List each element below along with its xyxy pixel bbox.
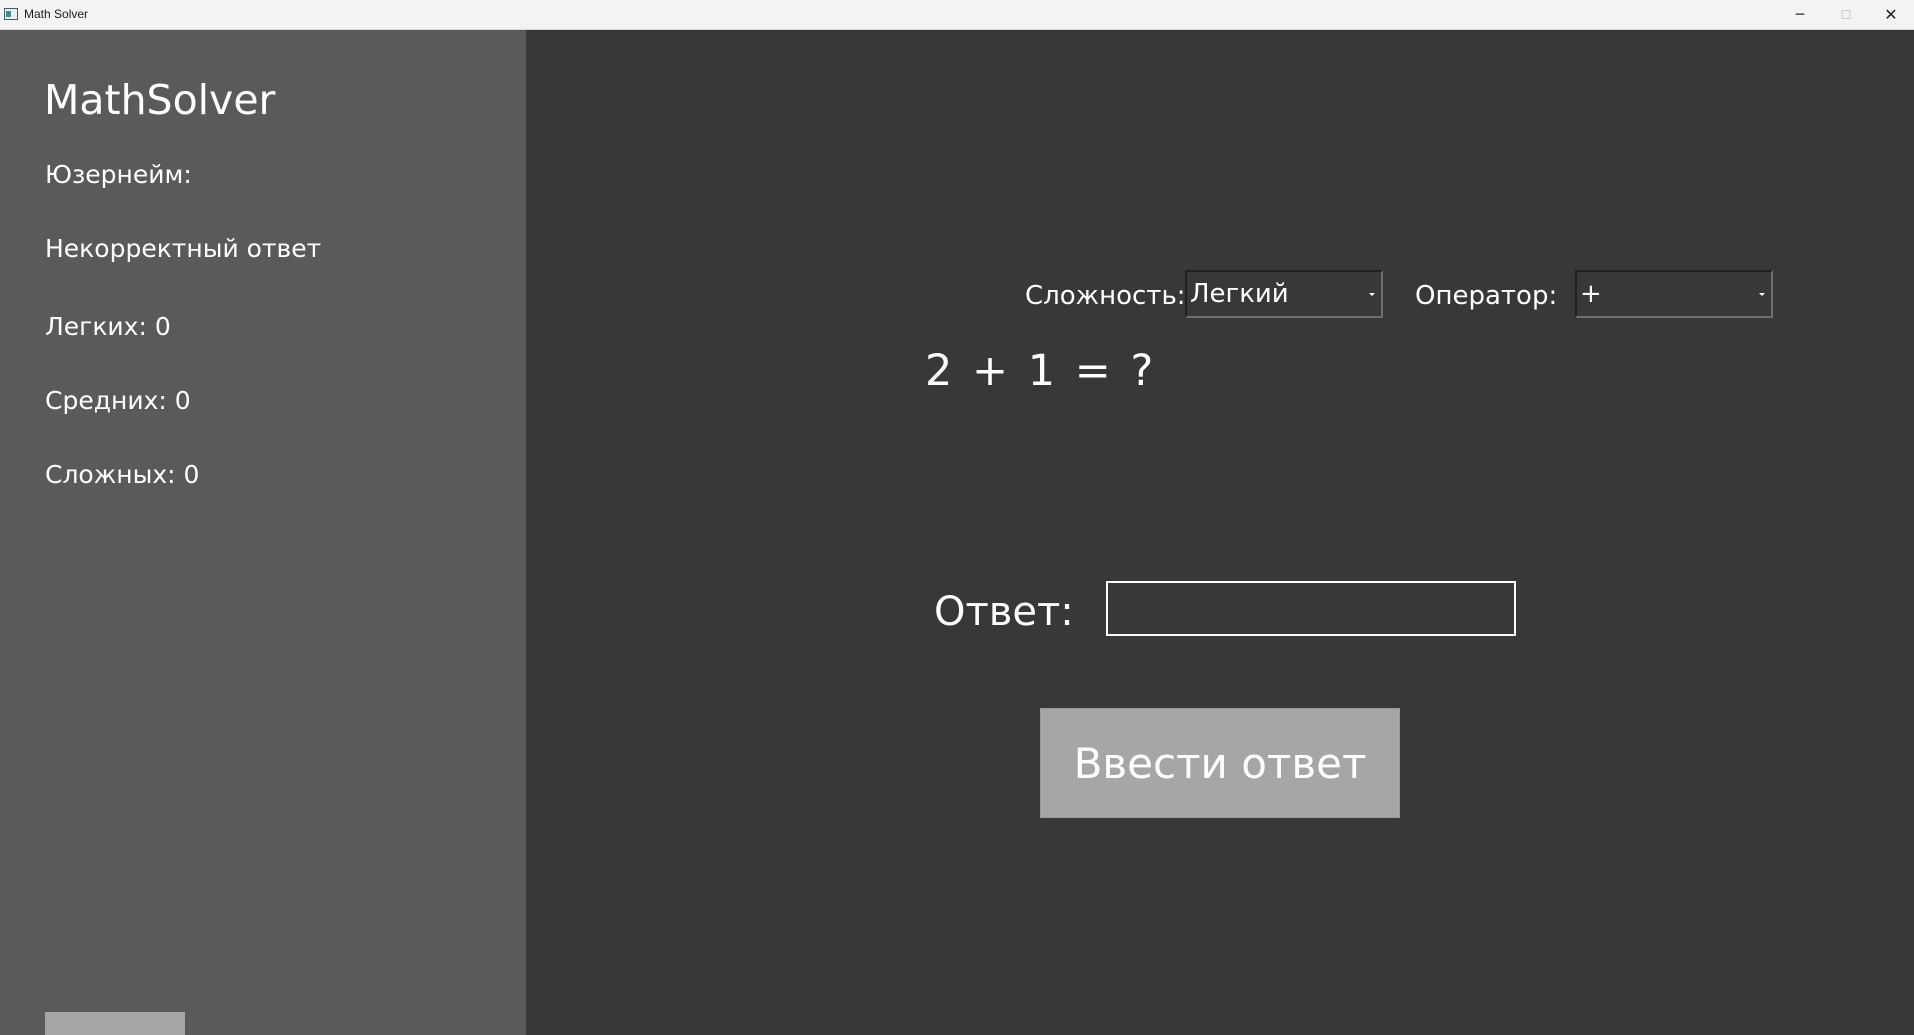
answer-status-text: Некорректный ответ — [45, 234, 322, 263]
difficulty-select-value: Легкий — [1190, 279, 1289, 309]
maximize-button[interactable]: ☐ — [1823, 0, 1869, 29]
medium-count-text: Средних: 0 — [45, 386, 191, 415]
app-window: Math Solver ─ ☐ ✕ MathSolver Юзернейм: Н… — [0, 0, 1914, 1035]
operator-select-value: + — [1580, 279, 1602, 309]
operator-label: Оператор: — [1415, 281, 1558, 311]
sidebar-bottom-button[interactable]: В — [45, 1012, 185, 1035]
operator-select[interactable]: + — [1575, 270, 1773, 318]
main-panel: Сложность: Легкий Оператор: + 2 + 1 = ? … — [526, 30, 1914, 1035]
easy-count-text: Легких: 0 — [45, 312, 171, 341]
minimize-button[interactable]: ─ — [1777, 0, 1823, 29]
hard-count-text: Сложных: 0 — [45, 460, 200, 489]
title-bar[interactable]: Math Solver ─ ☐ ✕ — [0, 0, 1914, 30]
equation-text: 2 + 1 = ? — [925, 346, 1155, 396]
difficulty-select[interactable]: Легкий — [1185, 270, 1383, 318]
window-title: Math Solver — [24, 7, 89, 21]
answer-label: Ответ: — [934, 589, 1074, 635]
chevron-down-icon — [1369, 293, 1375, 296]
sidebar: MathSolver Юзернейм: Некорректный ответ … — [0, 30, 526, 1035]
chevron-down-icon — [1759, 293, 1765, 296]
username-label: Юзернейм: — [45, 160, 192, 189]
app-window-icon — [4, 8, 18, 20]
close-button[interactable]: ✕ — [1868, 0, 1914, 29]
submit-answer-button[interactable]: Ввести ответ — [1040, 708, 1400, 818]
difficulty-label: Сложность: — [1025, 281, 1186, 311]
answer-input[interactable] — [1106, 581, 1516, 636]
app-title: MathSolver — [44, 76, 276, 124]
